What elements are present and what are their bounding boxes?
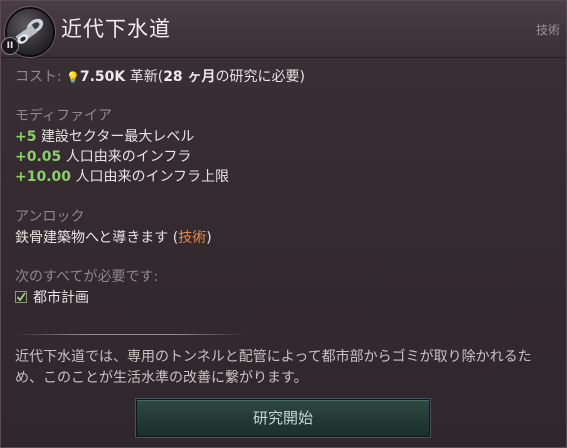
cost-suffix: の研究に必要) — [215, 69, 306, 85]
unlocks-text: 鉄骨建築物へと導きます ( — [15, 230, 179, 246]
modifiers-heading: モディファイア — [15, 108, 113, 124]
modifier-item: +0.05 人口由来のインフラ — [15, 146, 191, 166]
checkbox-checked-icon — [15, 291, 27, 303]
modifier-text: 人口由来のインフラ — [65, 149, 192, 165]
modifier-value: +0.05 — [15, 149, 62, 165]
modifier-item: +10.00 人口由来のインフラ上限 — [15, 166, 229, 186]
tooltip-header: II 近代下水道 技術 — [1, 1, 566, 58]
tech-description: 近代下水道では、専用のトンネルと配管によって都市部からゴミが取り除かれるため、こ… — [15, 349, 532, 386]
section-divider — [15, 334, 245, 335]
modifier-text: 建設セクター最大レベル — [40, 129, 195, 145]
requirements-heading: 次のすべてが必要です: — [15, 269, 159, 285]
unlocks-line: 鉄骨建築物へと導きます (技術) — [15, 227, 212, 247]
cost-months: 28 ヶ月 — [163, 69, 216, 85]
tech-title: 近代下水道 — [61, 17, 171, 41]
modifier-value: +5 — [15, 129, 37, 145]
requirement-text: 都市計画 — [33, 290, 89, 306]
start-research-button[interactable]: 研究開始 — [136, 399, 430, 437]
unlocks-heading: アンロック — [15, 209, 85, 225]
unlocks-text-end: ) — [206, 230, 212, 246]
requirement-item: 都市計画 — [15, 287, 89, 307]
cost-resource: 革新( — [129, 69, 164, 85]
pause-icon[interactable]: II — [1, 37, 19, 55]
cost-line: コスト: 💡7.50K 革新(28 ヶ月の研究に必要) — [15, 66, 305, 86]
cost-label: コスト: — [15, 69, 62, 85]
modifier-item: +5 建設セクター最大レベル — [15, 126, 194, 146]
tech-tooltip-panel: II 近代下水道 技術 コスト: 💡7.50K 革新(28 ヶ月の研究に必要) … — [0, 0, 567, 448]
innovation-icon: 💡 — [66, 71, 80, 84]
modifier-value: +10.00 — [15, 169, 72, 185]
cost-amount: 7.50K — [79, 69, 126, 85]
unlocks-tech-link[interactable]: 技術 — [178, 230, 206, 246]
tech-category-label: 技術 — [535, 23, 560, 37]
modifier-text: 人口由来のインフラ上限 — [75, 169, 230, 185]
